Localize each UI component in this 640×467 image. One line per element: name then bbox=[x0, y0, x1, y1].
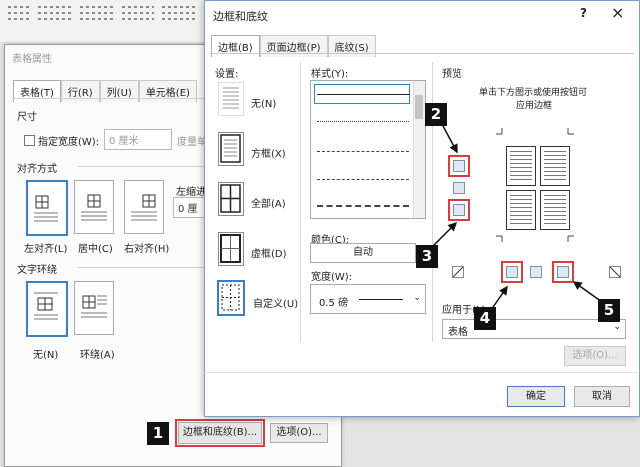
setting-custom-icon bbox=[221, 284, 240, 311]
setting-grid-label: 虚框(D) bbox=[251, 249, 287, 260]
step-badge-3: 3 bbox=[416, 245, 438, 268]
borders-shading-title: 边框和底纹 bbox=[213, 10, 268, 23]
highlight-box-3 bbox=[448, 199, 470, 221]
apply-to-value: 表格 bbox=[448, 327, 468, 338]
setting-all-label: 全部(A) bbox=[251, 199, 286, 210]
diagonal-up-button[interactable] bbox=[609, 266, 621, 278]
width-label: 宽度(W): bbox=[311, 272, 353, 283]
line-style-list[interactable] bbox=[310, 80, 426, 219]
wrap-around-icon bbox=[81, 295, 107, 318]
align-left-label: 左对齐(L) bbox=[24, 244, 68, 255]
chevron-down-icon: ⌄ bbox=[413, 293, 421, 303]
chevron-down-icon: ⌄ bbox=[613, 322, 621, 332]
preview-hint-line2: 应用边框 bbox=[516, 101, 553, 111]
size-label: 尺寸 bbox=[17, 112, 37, 123]
measure-in-label: 度量单 bbox=[177, 137, 207, 148]
preview-cell-top-left bbox=[506, 146, 536, 186]
align-left-icon bbox=[34, 195, 58, 222]
wrap-none-label: 无(N) bbox=[33, 350, 59, 361]
border-options-button[interactable]: 选项(O)... bbox=[564, 346, 626, 366]
align-center-option[interactable] bbox=[74, 180, 114, 234]
close-icon[interactable]: × bbox=[611, 3, 624, 22]
indent-label: 左缩进 bbox=[176, 187, 206, 198]
wrap-none-icon bbox=[34, 292, 58, 320]
setting-label: 设置: bbox=[215, 69, 239, 80]
setting-custom-option[interactable] bbox=[217, 280, 245, 316]
apply-to-select[interactable]: 表格 ⌄ bbox=[442, 319, 626, 339]
preview-cell-bottom-right bbox=[540, 190, 570, 230]
setting-box-icon bbox=[220, 134, 241, 163]
setting-box-label: 方框(X) bbox=[251, 149, 286, 160]
setting-grid-icon bbox=[220, 234, 241, 263]
preferred-width-checkbox[interactable] bbox=[24, 135, 35, 146]
setting-all-option[interactable] bbox=[218, 182, 244, 216]
width-value: 0.5 磅 bbox=[319, 298, 349, 309]
setting-none-icon bbox=[223, 87, 239, 109]
line-style-dashed[interactable] bbox=[317, 179, 409, 180]
preferred-width-label: 指定宽度(W): bbox=[38, 137, 100, 148]
line-style-dotted[interactable] bbox=[317, 121, 409, 122]
width-select[interactable]: 0.5 磅 ⌄ bbox=[310, 284, 426, 314]
setting-none-option[interactable] bbox=[218, 82, 244, 116]
help-button[interactable]: ? bbox=[580, 6, 587, 20]
step-badge-4: 4 bbox=[474, 307, 496, 330]
step-badge-5: 5 bbox=[598, 299, 620, 322]
ok-button[interactable]: 确定 bbox=[507, 386, 565, 407]
diagonal-up-icon bbox=[609, 266, 621, 278]
preview-cell-top-right bbox=[540, 146, 570, 186]
diagonal-down-button[interactable] bbox=[452, 266, 464, 278]
wrap-around-label: 环绕(A) bbox=[80, 350, 115, 361]
line-style-dashed-small[interactable] bbox=[317, 151, 409, 152]
setting-box-option[interactable] bbox=[218, 132, 244, 166]
line-style-scrollbar[interactable] bbox=[413, 81, 425, 218]
preview-cell-bottom-left bbox=[506, 190, 536, 230]
preferred-width-input[interactable]: 0 厘米 bbox=[104, 129, 172, 150]
preview-hint-line1: 单击下方图示或使用按钮可 bbox=[479, 88, 588, 98]
table-options-button[interactable]: 选项(O)... bbox=[270, 423, 328, 443]
highlight-box-4 bbox=[501, 261, 523, 283]
cancel-button[interactable]: 取消 bbox=[574, 386, 630, 407]
align-left-option[interactable] bbox=[26, 180, 68, 236]
align-center-icon bbox=[81, 194, 107, 221]
align-right-icon bbox=[131, 194, 157, 221]
align-right-option[interactable] bbox=[124, 180, 164, 234]
color-select[interactable]: 自动 bbox=[310, 243, 416, 263]
inside-vertical-border-button[interactable] bbox=[530, 266, 542, 278]
setting-none-label: 无(N) bbox=[251, 99, 277, 110]
style-label: 样式(Y): bbox=[311, 69, 349, 80]
align-center-label: 居中(C) bbox=[78, 244, 113, 255]
highlight-box-2 bbox=[448, 155, 470, 177]
step-badge-1: 1 bbox=[147, 422, 169, 445]
line-style-solid[interactable] bbox=[317, 94, 409, 95]
inside-horizontal-border-button[interactable] bbox=[453, 182, 465, 194]
setting-custom-label: 自定义(U) bbox=[253, 299, 299, 310]
highlight-box-5 bbox=[552, 261, 574, 283]
wrap-around-option[interactable] bbox=[74, 281, 114, 335]
highlight-box-1 bbox=[175, 419, 265, 447]
wrap-none-option[interactable] bbox=[26, 281, 68, 337]
preview-label: 预览 bbox=[442, 69, 462, 80]
diagonal-down-icon bbox=[452, 266, 464, 278]
setting-grid-option[interactable] bbox=[218, 232, 244, 266]
setting-all-icon bbox=[220, 184, 241, 213]
align-right-label: 右对齐(H) bbox=[124, 244, 170, 255]
line-style-dash-large[interactable] bbox=[317, 205, 409, 207]
table-properties-title: 表格属性 bbox=[12, 54, 52, 65]
alignment-label: 对齐方式 bbox=[17, 164, 57, 175]
step-badge-2: 2 bbox=[425, 103, 447, 126]
text-wrapping-label: 文字环绕 bbox=[17, 265, 57, 276]
